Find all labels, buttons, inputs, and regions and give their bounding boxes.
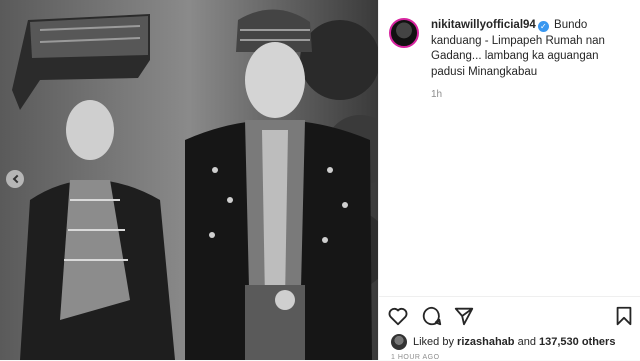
chevron-left-icon	[12, 174, 21, 184]
username-link[interactable]: nikitawillyofficial94	[431, 19, 536, 31]
post-side-panel: nikitawillyofficial94 ✓ Bundo kanduang - …	[378, 0, 640, 361]
previous-photo-button[interactable]	[6, 170, 24, 188]
share-icon[interactable]	[453, 305, 475, 327]
likes-prefix: Liked by	[413, 336, 454, 348]
post-photo[interactable]	[0, 0, 378, 360]
liker-avatar[interactable]	[391, 334, 407, 350]
likes-join: and	[517, 336, 536, 348]
caption-time[interactable]: 1h	[431, 89, 442, 100]
liker-username[interactable]: rizashahab	[457, 336, 514, 348]
action-bar	[379, 296, 640, 332]
bookmark-icon[interactable]	[613, 305, 635, 327]
instagram-post: nikitawillyofficial94 ✓ Bundo kanduang - …	[0, 0, 640, 361]
verified-badge-icon: ✓	[537, 21, 549, 32]
likes-summary: Liked by rizashahab and 137,530 others	[391, 334, 615, 350]
heart-icon[interactable]	[387, 305, 409, 327]
caption-block: nikitawillyofficial94 ✓ Bundo kanduang - …	[389, 18, 633, 80]
caption-text: nikitawillyofficial94 ✓ Bundo kanduang - …	[431, 18, 633, 80]
likes-count[interactable]: 137,530 others	[539, 336, 615, 348]
photo-illustration	[0, 0, 378, 360]
comment-icon[interactable]	[421, 305, 443, 327]
user-avatar[interactable]	[389, 18, 419, 48]
